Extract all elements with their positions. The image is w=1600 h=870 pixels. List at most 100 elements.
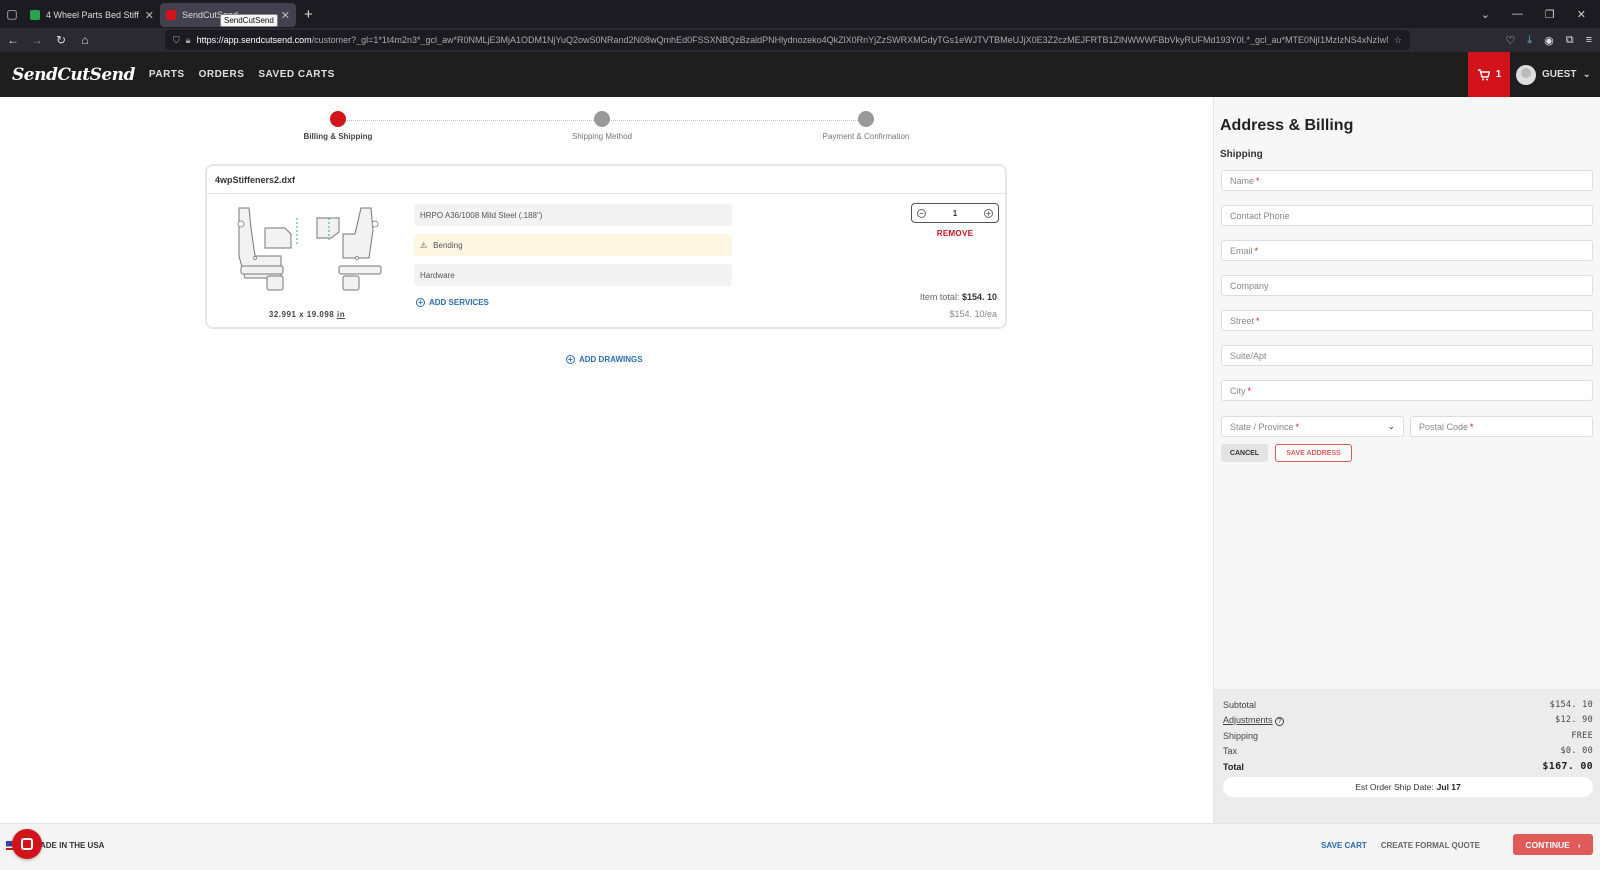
plus-circle-icon[interactable]: + [983, 208, 993, 218]
tab-favicon-icon [30, 10, 40, 20]
cart-button[interactable]: 1 [1468, 52, 1510, 97]
save-address-button[interactable]: SAVE ADDRESS [1275, 444, 1352, 462]
hardware-option[interactable]: Hardware [414, 264, 732, 286]
minus-circle-icon[interactable]: − [917, 208, 926, 218]
item-filename: 4wpStiffeners2.dxf [207, 166, 1005, 194]
restore-icon[interactable]: ❐ [1545, 8, 1555, 21]
tab-list-icon[interactable]: ▢ [0, 0, 24, 28]
step-payment-confirmation[interactable]: Payment & Confirmation [806, 111, 926, 141]
account-icon[interactable]: ◉ [1544, 34, 1554, 47]
adjustments-row: Adjustments ? $12. 90 [1223, 714, 1593, 726]
address-billing-panel: Address & Billing Shipping Name * Contact… [1213, 97, 1600, 823]
toolbar-icons: ♡ ⤓ ◉ ⧉ ≡ [1505, 28, 1592, 52]
chat-icon [21, 838, 33, 850]
total-row: Total $167. 00 [1223, 761, 1593, 773]
minimize-icon[interactable]: — [1512, 8, 1523, 20]
plus-circle-icon: + [566, 355, 575, 364]
download-icon[interactable]: ⤓ [1527, 34, 1532, 47]
checkout-steps: Billing & Shipping Shipping Method Payme… [300, 111, 920, 151]
unit-toggle[interactable]: in [337, 310, 345, 319]
create-formal-quote-button[interactable]: CREATE FORMAL QUOTE [1381, 841, 1480, 850]
cart-item-card: 4wpStiffeners2.dxf 32.991 x 19.098 in HR… [205, 164, 1007, 329]
item-total: Item total: $154. 10 [919, 292, 997, 302]
company-field[interactable]: Company [1221, 275, 1593, 296]
quantity-value[interactable]: 1 [953, 209, 957, 218]
close-window-icon[interactable]: ✕ [1577, 8, 1586, 21]
step-shipping-method[interactable]: Shipping Method [542, 111, 662, 141]
url-bar[interactable]: ⛉ 🔒︎ https://app.sendcutsend.com/custome… [165, 30, 1410, 50]
save-cart-button[interactable]: SAVE CART [1321, 841, 1367, 850]
pocket-icon[interactable]: ♡ [1505, 34, 1515, 47]
contact-phone-field[interactable]: Contact Phone [1221, 205, 1593, 226]
hardware-label: Hardware [420, 270, 455, 280]
cancel-button[interactable]: CANCEL [1221, 444, 1268, 462]
quantity-stepper[interactable]: − 1 + [911, 203, 999, 223]
subtotal-row: Subtotal $154. 10 [1223, 699, 1593, 710]
tab-title: 4 Wheel Parts Bed Stiffener Insta [46, 10, 139, 20]
reload-icon[interactable]: ↻ [50, 29, 72, 51]
tab-favicon-icon [166, 10, 176, 20]
forward-icon[interactable]: → [26, 29, 48, 51]
material-option[interactable]: HRPO A36/1008 Mild Steel (.188") [414, 204, 732, 226]
back-icon[interactable]: ← [2, 29, 24, 51]
user-menu[interactable]: GUEST ⌄ [1516, 52, 1591, 97]
avatar [1516, 64, 1536, 85]
shipping-heading: Shipping [1220, 149, 1263, 160]
adjustments-link[interactable]: Adjustments [1223, 715, 1273, 725]
nav-saved-carts[interactable]: SAVED CARTS [258, 69, 334, 80]
browser-tab-bar: ▢ 4 Wheel Parts Bed Stiffener Insta ✕ Se… [0, 0, 1600, 28]
tab-close-icon[interactable]: ✕ [145, 9, 154, 22]
panel-title: Address & Billing [1220, 117, 1354, 134]
city-field[interactable]: City * [1221, 380, 1593, 401]
logo[interactable]: SendCutSend [12, 65, 135, 85]
app-header: SendCutSend PARTS ORDERS SAVED CARTS 1 G… [0, 52, 1600, 97]
browser-tab-4wheelparts[interactable]: 4 Wheel Parts Bed Stiffener Insta ✕ [24, 3, 160, 27]
menu-icon[interactable]: ≡ [1586, 34, 1592, 46]
checkout-footer: ADE IN THE USA SAVE CART CREATE FORMAL Q… [0, 823, 1600, 870]
part-dimensions: 32.991 x 19.098 in [268, 310, 346, 319]
window-controls: ⌄ — ❐ ✕ [1481, 0, 1600, 28]
nav-orders[interactable]: ORDERS [199, 69, 245, 80]
step-dot [330, 111, 346, 127]
add-services-button[interactable]: + ADD SERVICES [416, 298, 489, 307]
name-field[interactable]: Name * [1221, 170, 1593, 191]
part-preview-image[interactable] [227, 206, 387, 296]
suite-apt-field[interactable]: Suite/Apt [1221, 345, 1593, 366]
order-summary: Subtotal $154. 10 Adjustments ? $12. 90 S… [1214, 689, 1600, 823]
tab-tooltip: SendCutSend [220, 14, 278, 27]
chevron-down-icon: ⌄ [1387, 421, 1395, 431]
shipping-row: Shipping FREE [1223, 730, 1593, 741]
help-icon[interactable]: ? [1275, 716, 1285, 726]
tab-close-icon[interactable]: ✕ [281, 9, 290, 22]
lock-icon[interactable]: 🔒︎ [186, 35, 191, 46]
ship-date-pill: Est Order Ship Date: Jul 17 [1223, 777, 1593, 797]
postal-code-field[interactable]: Postal Code * [1410, 416, 1593, 437]
continue-button[interactable]: CONTINUE › [1513, 834, 1593, 855]
cart-main: Billing & Shipping Shipping Method Payme… [0, 97, 1213, 823]
chevron-down-icon[interactable]: ⌄ [1481, 8, 1490, 21]
extensions-icon[interactable]: ⧉ [1566, 34, 1574, 47]
remove-button[interactable]: REMOVE [911, 229, 999, 238]
chat-button[interactable] [12, 829, 42, 859]
bending-label: Bending [433, 240, 463, 250]
cart-icon [1477, 68, 1490, 80]
warning-icon: ⚠ [420, 240, 428, 250]
nav-parts[interactable]: PARTS [149, 69, 185, 80]
footer-links: SAVE CART CREATE FORMAL QUOTE [1321, 841, 1480, 850]
email-field[interactable]: Email * [1221, 240, 1593, 261]
chevron-right-icon: › [1577, 839, 1581, 850]
tax-row: Tax $0. 00 [1223, 746, 1593, 757]
step-label: Billing & Shipping [303, 132, 373, 141]
bookmark-star-icon[interactable]: ☆ [1394, 35, 1402, 46]
cart-count: 1 [1495, 69, 1502, 80]
url-text[interactable]: https://app.sendcutsend.com/customer?_gl… [197, 35, 1388, 45]
home-icon[interactable]: ⌂ [74, 29, 96, 51]
material-label: HRPO A36/1008 Mild Steel (.188") [420, 210, 543, 220]
shield-icon[interactable]: ⛉ [173, 35, 180, 46]
step-billing-shipping[interactable]: Billing & Shipping [278, 111, 398, 141]
new-tab-icon[interactable]: + [304, 6, 313, 23]
bending-option[interactable]: ⚠ Bending [414, 234, 732, 256]
street-field[interactable]: Street * [1221, 310, 1593, 331]
add-drawings-button[interactable]: + ADD DRAWINGS [566, 355, 643, 364]
state-province-select[interactable]: State / Province * ⌄ [1221, 416, 1404, 437]
